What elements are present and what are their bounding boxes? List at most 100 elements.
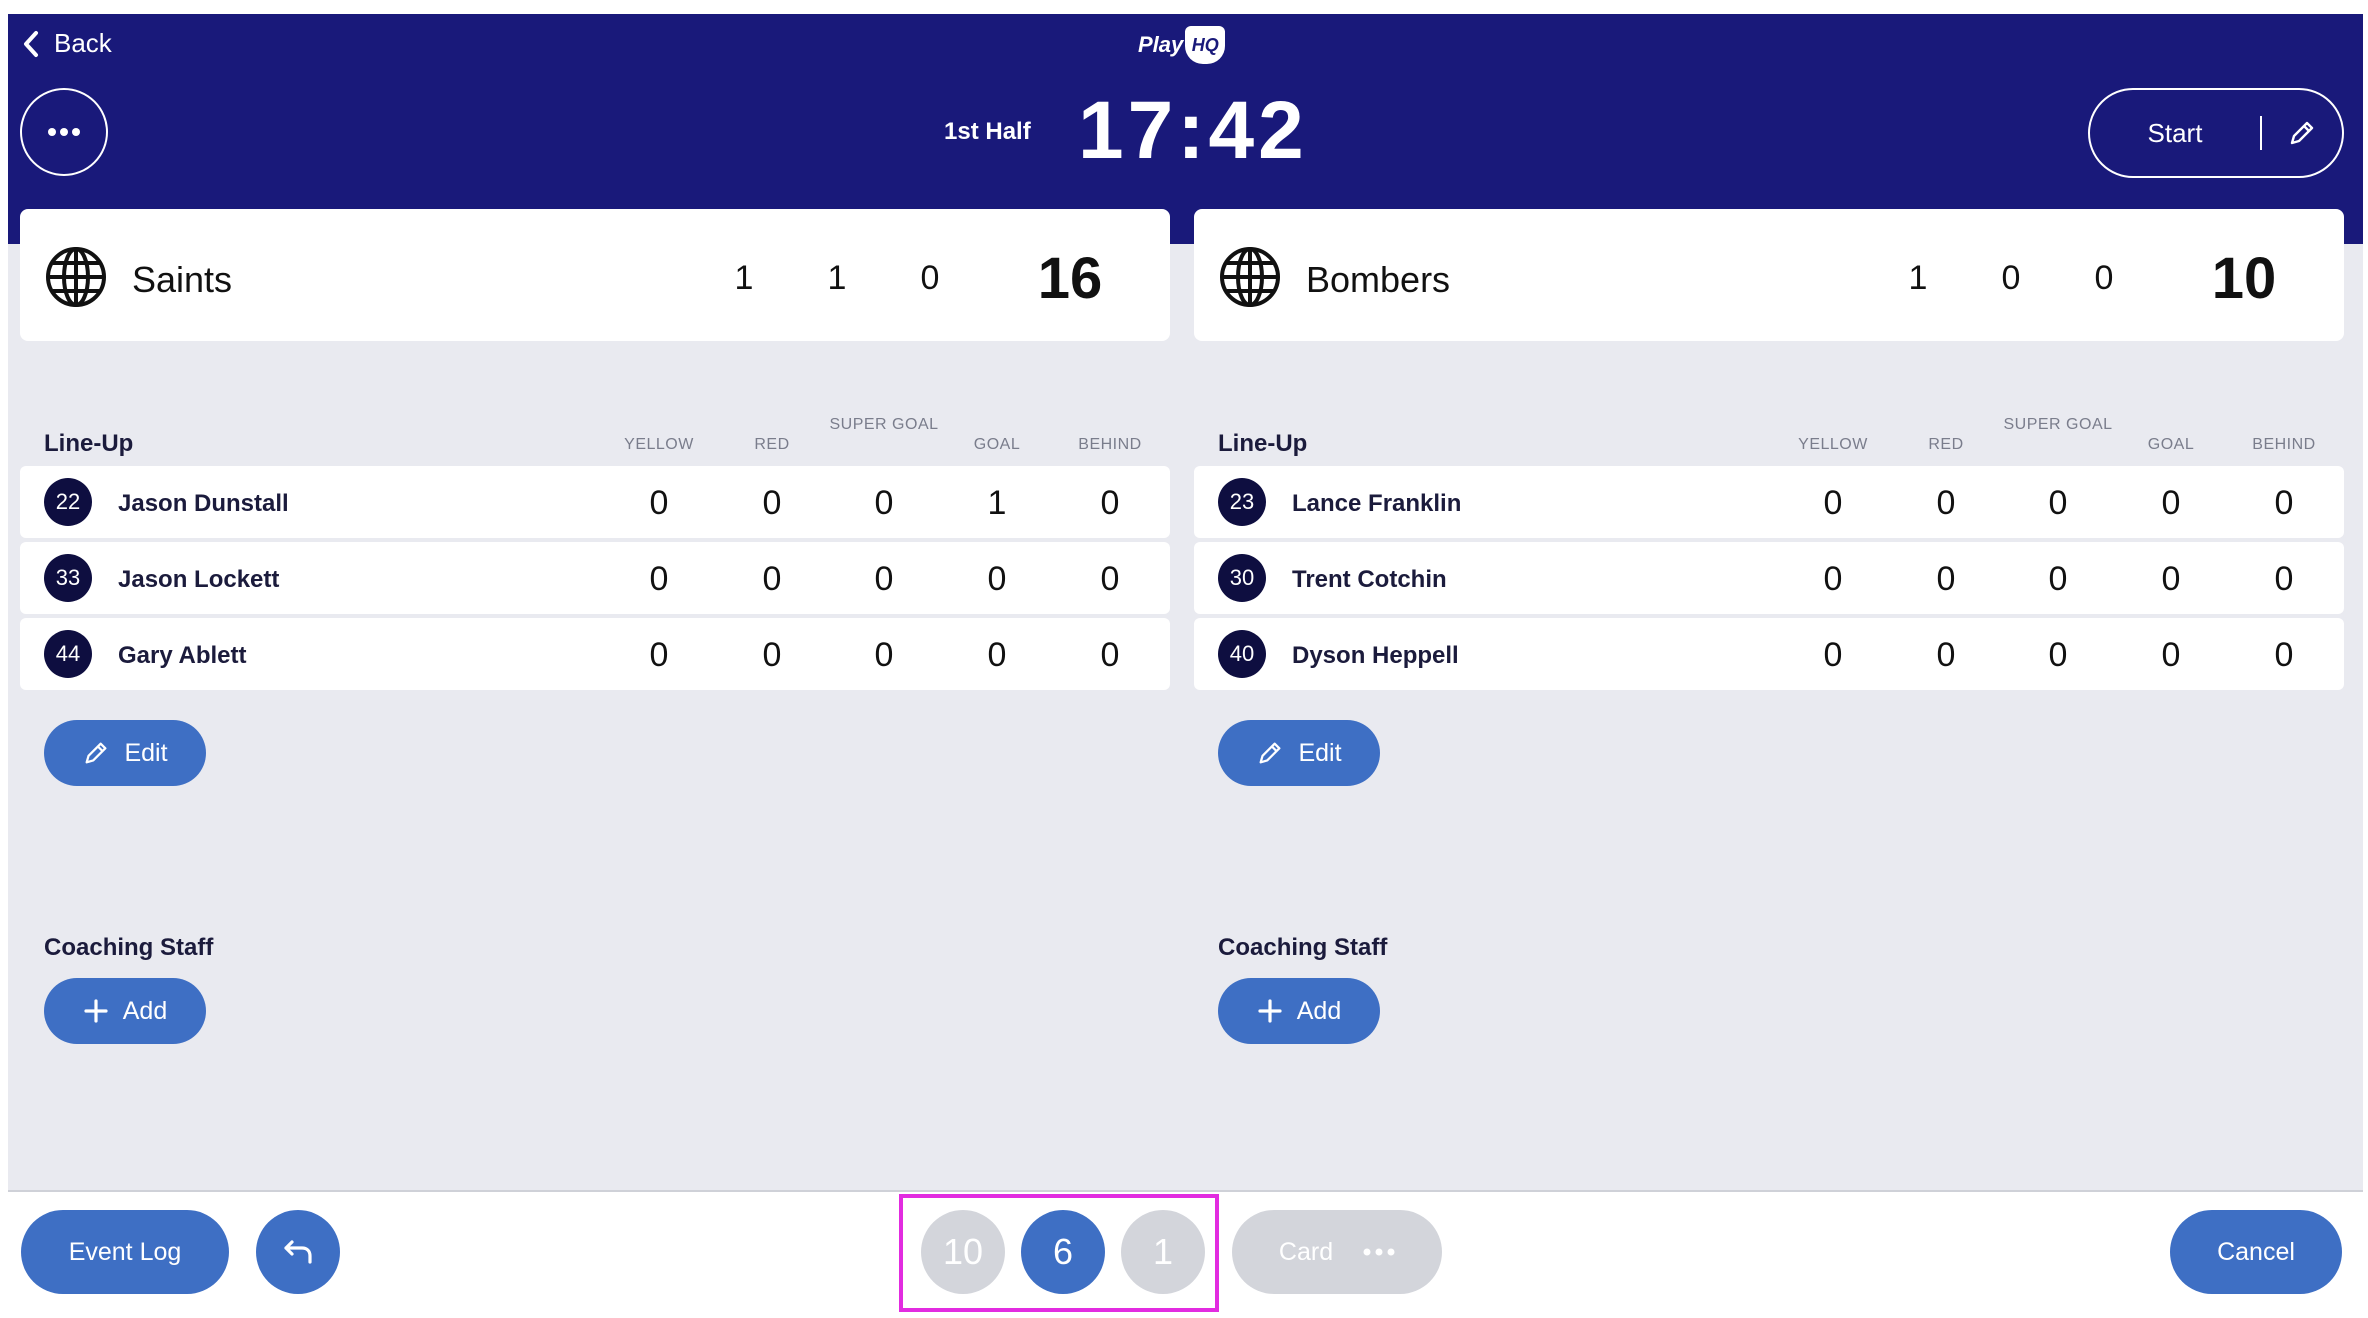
player-name: Jason Lockett — [118, 566, 280, 593]
goal-count: 0 — [2161, 484, 2181, 522]
behind-count: 0 — [1100, 636, 1120, 674]
super-goal-count: 0 — [2048, 636, 2068, 674]
more-horizontal-icon — [48, 128, 80, 136]
lineup-title: Line-Up — [1218, 430, 1308, 457]
super-goal-count: 0 — [2048, 560, 2068, 598]
team-stat: 0 — [2001, 259, 2021, 297]
yellow-count: 0 — [649, 636, 669, 674]
card-button[interactable]: Card — [1232, 1210, 1442, 1294]
lineup-header-away: Line-Up YELLOW RED SUPER GOAL GOAL BEHIN… — [1194, 404, 2344, 464]
column-header-behind: BEHIND — [1078, 436, 1142, 453]
start-button[interactable]: Start — [2090, 118, 2260, 149]
super-goal-count: 0 — [874, 484, 894, 522]
team-stat: 1 — [827, 259, 847, 297]
player-row[interactable]: 33 Jason Lockett 0 0 0 0 0 — [20, 542, 1170, 614]
super-goal-count: 0 — [2048, 484, 2068, 522]
player-number: 30 — [1218, 554, 1266, 602]
column-header-super-goal: SUPER GOAL — [2003, 416, 2113, 433]
undo-icon — [284, 1240, 312, 1264]
player-row[interactable]: 22 Jason Dunstall 0 0 0 1 0 — [20, 466, 1170, 538]
pencil-icon — [85, 742, 107, 764]
cancel-button[interactable]: Cancel — [2170, 1210, 2342, 1294]
logo-badge: HQ — [1185, 26, 1226, 64]
start-control: Start — [2088, 88, 2344, 178]
player-row[interactable]: 44 Gary Ablett 0 0 0 0 0 — [20, 618, 1170, 690]
selection-highlight — [899, 1194, 1219, 1312]
chevron-left-icon — [24, 30, 38, 57]
column-header-behind: BEHIND — [2252, 436, 2316, 453]
goal-count: 0 — [2161, 560, 2181, 598]
super-goal-count: 0 — [874, 560, 894, 598]
team-stat: 1 — [1908, 259, 1928, 297]
edit-lineup-button[interactable]: Edit — [1218, 720, 1380, 786]
globe-icon — [46, 247, 106, 307]
player-name: Dyson Heppell — [1292, 642, 1459, 669]
player-name: Trent Cotchin — [1292, 566, 1447, 593]
red-count: 0 — [1936, 560, 1956, 598]
event-log-button[interactable]: Event Log — [21, 1210, 229, 1294]
column-header-yellow: YELLOW — [624, 436, 694, 453]
add-label: Add — [1296, 996, 1342, 1025]
edit-clock-button[interactable] — [2262, 118, 2342, 148]
column-header-red: RED — [754, 436, 790, 453]
logo-text: Play — [1138, 32, 1184, 57]
team-name: Saints — [132, 259, 233, 300]
column-header-yellow: YELLOW — [1798, 436, 1868, 453]
pencil-icon — [2290, 121, 2314, 145]
lineup-header-home: Line-Up YELLOW RED SUPER GOAL GOAL BEHIN… — [20, 404, 1170, 464]
more-horizontal-icon — [1363, 1248, 1395, 1256]
behind-count: 0 — [1100, 560, 1120, 598]
player-row[interactable]: 40 Dyson Heppell 0 0 0 0 0 — [1194, 618, 2344, 690]
add-coach-button[interactable]: Add — [44, 978, 206, 1044]
back-button[interactable]: Back — [20, 28, 112, 59]
team-stat: 1 — [734, 259, 754, 297]
back-label: Back — [54, 28, 112, 58]
goal-count: 0 — [987, 560, 1007, 598]
team-total-score: 16 — [1037, 246, 1103, 311]
player-number: 40 — [1218, 630, 1266, 678]
column-header-goal: GOAL — [2147, 436, 2195, 453]
edit-label: Edit — [124, 738, 168, 767]
coaching-staff-title: Coaching Staff — [1218, 934, 1388, 961]
red-count: 0 — [762, 560, 782, 598]
column-header-goal: GOAL — [973, 436, 1021, 453]
player-name: Jason Dunstall — [118, 490, 289, 517]
card-label: Card — [1278, 1237, 1334, 1266]
edit-lineup-button[interactable]: Edit — [44, 720, 206, 786]
player-row[interactable]: 30 Trent Cotchin 0 0 0 0 0 — [1194, 542, 2344, 614]
player-number: 22 — [44, 478, 92, 526]
red-count: 0 — [762, 484, 782, 522]
lineup-title: Line-Up — [44, 430, 134, 457]
team-name: Bombers — [1306, 259, 1451, 300]
behind-count: 0 — [2274, 560, 2294, 598]
scoring-screen: Back Play HQ 1st Half 17:42 Start Saints… — [8, 14, 2363, 1190]
team-total-score: 10 — [2211, 246, 2277, 311]
goal-count: 1 — [987, 484, 1007, 522]
player-name: Lance Franklin — [1292, 490, 1462, 517]
cancel-label: Cancel — [2217, 1237, 2295, 1266]
period-label: 1st Half — [944, 118, 1031, 145]
plus-icon — [84, 999, 108, 1023]
plus-icon — [1258, 999, 1282, 1023]
add-label: Add — [122, 996, 168, 1025]
yellow-count: 0 — [1823, 560, 1843, 598]
add-coach-button[interactable]: Add — [1218, 978, 1380, 1044]
undo-button[interactable] — [256, 1210, 340, 1294]
column-header-super-goal: SUPER GOAL — [829, 416, 939, 433]
globe-icon — [1220, 247, 1280, 307]
playhq-logo: Play HQ — [1138, 26, 1226, 64]
red-count: 0 — [1936, 484, 1956, 522]
yellow-count: 0 — [1823, 636, 1843, 674]
player-row[interactable]: 23 Lance Franklin 0 0 0 0 0 — [1194, 466, 2344, 538]
game-clock: 17:42 — [1078, 85, 1308, 176]
player-name: Gary Ablett — [118, 642, 247, 669]
player-number: 44 — [44, 630, 92, 678]
player-number: 33 — [44, 554, 92, 602]
red-count: 0 — [1936, 636, 1956, 674]
team-stat: 0 — [920, 259, 940, 297]
more-options-button[interactable] — [20, 88, 108, 176]
pencil-icon — [1259, 742, 1281, 764]
team-stat: 0 — [2094, 259, 2114, 297]
behind-count: 0 — [2274, 636, 2294, 674]
goal-count: 0 — [987, 636, 1007, 674]
